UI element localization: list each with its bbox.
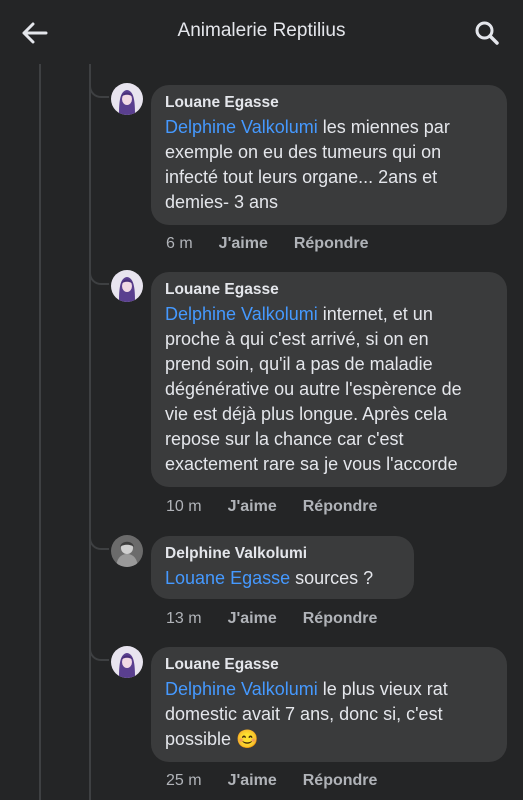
like-button[interactable]: J'aime <box>228 610 277 628</box>
comment-time: 6 m <box>166 235 193 252</box>
comment-actions: 6 m J'aime Répondre <box>166 235 395 253</box>
reply-thread-line <box>89 64 91 800</box>
mention-link[interactable]: Delphine Valkolumi <box>165 117 318 137</box>
comment-text: Delphine Valkolumi les miennes par exemp… <box>165 115 493 215</box>
reply-button[interactable]: Répondre <box>303 610 378 628</box>
mention-link[interactable]: Delphine Valkolumi <box>165 679 318 699</box>
comment-author[interactable]: Louane Egasse <box>165 655 493 675</box>
comment-actions: 25 m J'aime Répondre <box>166 772 403 790</box>
like-button[interactable]: J'aime <box>219 235 268 253</box>
reply-button[interactable]: Répondre <box>303 772 378 790</box>
comment-bubble: Louane Egasse Delphine Valkolumi interne… <box>151 272 507 487</box>
comment-actions: 10 m J'aime Répondre <box>166 498 403 516</box>
avatar-image <box>111 270 143 302</box>
comment-author[interactable]: Louane Egasse <box>165 280 493 300</box>
reply-connector <box>89 271 109 285</box>
comment-text: Delphine Valkolumi le plus vieux rat dom… <box>165 677 493 752</box>
comment-actions: 13 m J'aime Répondre <box>166 610 403 628</box>
avatar[interactable] <box>111 535 143 567</box>
comment-text: Louane Egasse sources ? <box>165 566 400 591</box>
avatar-image <box>111 83 143 115</box>
avatar-image <box>111 646 143 678</box>
avatar[interactable] <box>111 83 143 115</box>
reply-button[interactable]: Répondre <box>294 235 369 253</box>
avatar[interactable] <box>111 270 143 302</box>
page-title: Animalerie Reptilius <box>177 20 346 41</box>
comment-text: Delphine Valkolumi internet, et un proch… <box>165 302 493 477</box>
comment-time: 25 m <box>166 772 202 789</box>
comment-body: internet, et un proche à qui c'est arriv… <box>165 304 462 474</box>
comment-bubble: Louane Egasse Delphine Valkolumi le plus… <box>151 647 507 762</box>
like-button[interactable]: J'aime <box>228 498 277 516</box>
thread-line <box>39 64 41 800</box>
top-bar: Animalerie Reptilius <box>0 0 523 64</box>
avatar[interactable] <box>111 646 143 678</box>
comment-bubble: Delphine Valkolumi Louane Egasse sources… <box>151 536 414 599</box>
comment-body: sources ? <box>290 568 374 588</box>
reply-button[interactable]: Répondre <box>303 498 378 516</box>
reply-connector <box>89 647 109 661</box>
mention-link[interactable]: Delphine Valkolumi <box>165 304 318 324</box>
comment-bubble: Louane Egasse Delphine Valkolumi les mie… <box>151 85 507 225</box>
mention-link[interactable]: Louane Egasse <box>165 568 290 588</box>
search-button[interactable] <box>472 18 502 48</box>
comment-author[interactable]: Louane Egasse <box>165 93 493 113</box>
comment-author[interactable]: Delphine Valkolumi <box>165 544 400 564</box>
search-icon <box>475 21 499 45</box>
comment-time: 10 m <box>166 498 202 515</box>
comment-time: 13 m <box>166 610 202 627</box>
reply-connector <box>89 84 109 98</box>
reply-connector <box>89 536 109 550</box>
like-button[interactable]: J'aime <box>228 772 277 790</box>
avatar-image <box>111 535 143 567</box>
